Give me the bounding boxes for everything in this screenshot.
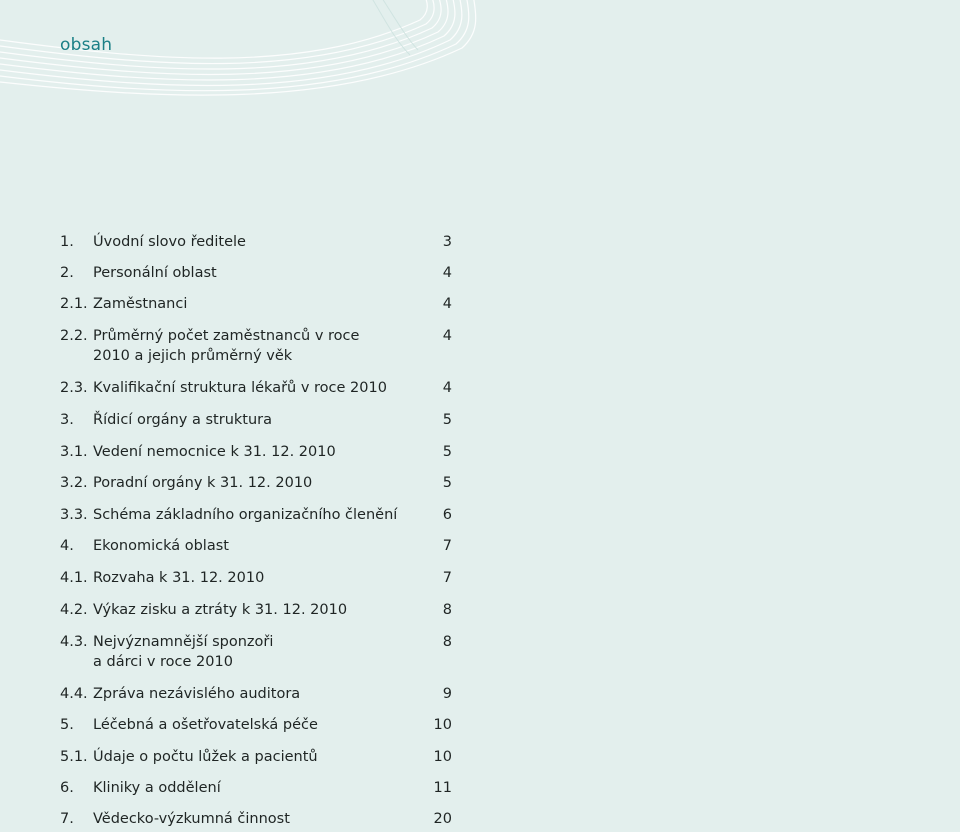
toc-entry-title: Vedení nemocnice k 31. 12. 2010: [93, 444, 336, 460]
toc-entry-number: 2.2.: [60, 328, 88, 344]
toc-entry-title: Nejvýznamnější sponzoři a dárci v roce 2…: [93, 634, 274, 670]
toc-entry-title: Kvalifikační struktura lékařů v roce 201…: [93, 380, 387, 396]
toc-entry-title: Úvodní slovo ředitele: [93, 234, 246, 250]
toc-entry-title: Průměrný počet zaměstnanců v roce 2010 a…: [93, 328, 360, 364]
toc-entry-title: Zaměstnanci: [93, 296, 188, 312]
toc-entry-page: 8: [442, 634, 452, 650]
toc-entry-page: 9: [442, 686, 452, 702]
toc-entry-title: Výkaz zisku a ztráty k 31. 12. 2010: [93, 602, 348, 618]
page-title: obsah: [60, 35, 113, 55]
toc-entry-number: 1.: [60, 234, 74, 250]
toc-entry-number: 7.: [60, 811, 74, 827]
decorative-curves: [0, 0, 477, 96]
toc-entry-title: Řídicí orgány a struktura: [93, 412, 272, 428]
toc-entry-number: 3.3.: [60, 507, 88, 523]
toc-entry-number: 3.1.: [60, 444, 88, 460]
toc-entry-page: 8: [442, 602, 452, 618]
toc-entry-number: 2.1.: [60, 296, 88, 312]
toc-entry-title: Ekonomická oblast: [93, 538, 229, 554]
toc-entry-page: 3: [442, 234, 452, 250]
toc-entry-number: 2.3.: [60, 380, 88, 396]
toc-entry-page: 10: [433, 717, 452, 733]
toc-entry-number: 3.2.: [60, 475, 88, 491]
toc-entry-page: 4: [442, 380, 452, 396]
toc-entry-number: 4.3.: [60, 634, 88, 650]
toc-entry-page: 10: [433, 749, 452, 765]
toc-entry-title: Schéma základního organizačního členění: [93, 507, 398, 523]
toc-entry-number: 6.: [60, 780, 74, 796]
toc-entry-number: 4.: [60, 538, 74, 554]
toc-entry-title: Personální oblast: [93, 265, 217, 281]
toc-entry-page: 7: [442, 570, 452, 586]
toc-entry-page: 5: [442, 412, 452, 428]
toc-entry-title: Kliniky a oddělení: [93, 780, 221, 796]
toc-entry-title: Léčebná a ošetřovatelská péče: [93, 717, 318, 733]
toc-entry-number: 5.: [60, 717, 74, 733]
toc-entry-title: Údaje o počtu lůžek a pacientů: [93, 749, 318, 765]
toc-entry-page: 6: [442, 507, 452, 523]
toc-entry-page: 5: [442, 444, 452, 460]
toc-entry-title: Zpráva nezávislého auditora: [93, 686, 301, 702]
toc-entry-page: 5: [442, 475, 452, 491]
toc-entry-title: Rozvaha k 31. 12. 2010: [93, 570, 265, 586]
toc-entry-page: 4: [442, 296, 452, 312]
toc-entry-number: 3.: [60, 412, 74, 428]
toc-entry-page: 20: [433, 811, 452, 827]
toc-entry-number: 5.1.: [60, 749, 88, 765]
toc-entry-page: 4: [442, 328, 452, 344]
toc-entry-number: 4.1.: [60, 570, 88, 586]
toc-entry-number: 4.2.: [60, 602, 88, 618]
toc-entry-number: 2.: [60, 265, 74, 281]
toc-entry-title: Vědecko-výzkumná činnost: [93, 811, 290, 827]
toc-entry-number: 4.4.: [60, 686, 88, 702]
toc-entry-title: Poradní orgány k 31. 12. 2010: [93, 475, 313, 491]
toc-entry-page: 7: [442, 538, 452, 554]
toc-entry-page: 4: [442, 265, 452, 281]
toc-entry-page: 11: [433, 780, 452, 796]
